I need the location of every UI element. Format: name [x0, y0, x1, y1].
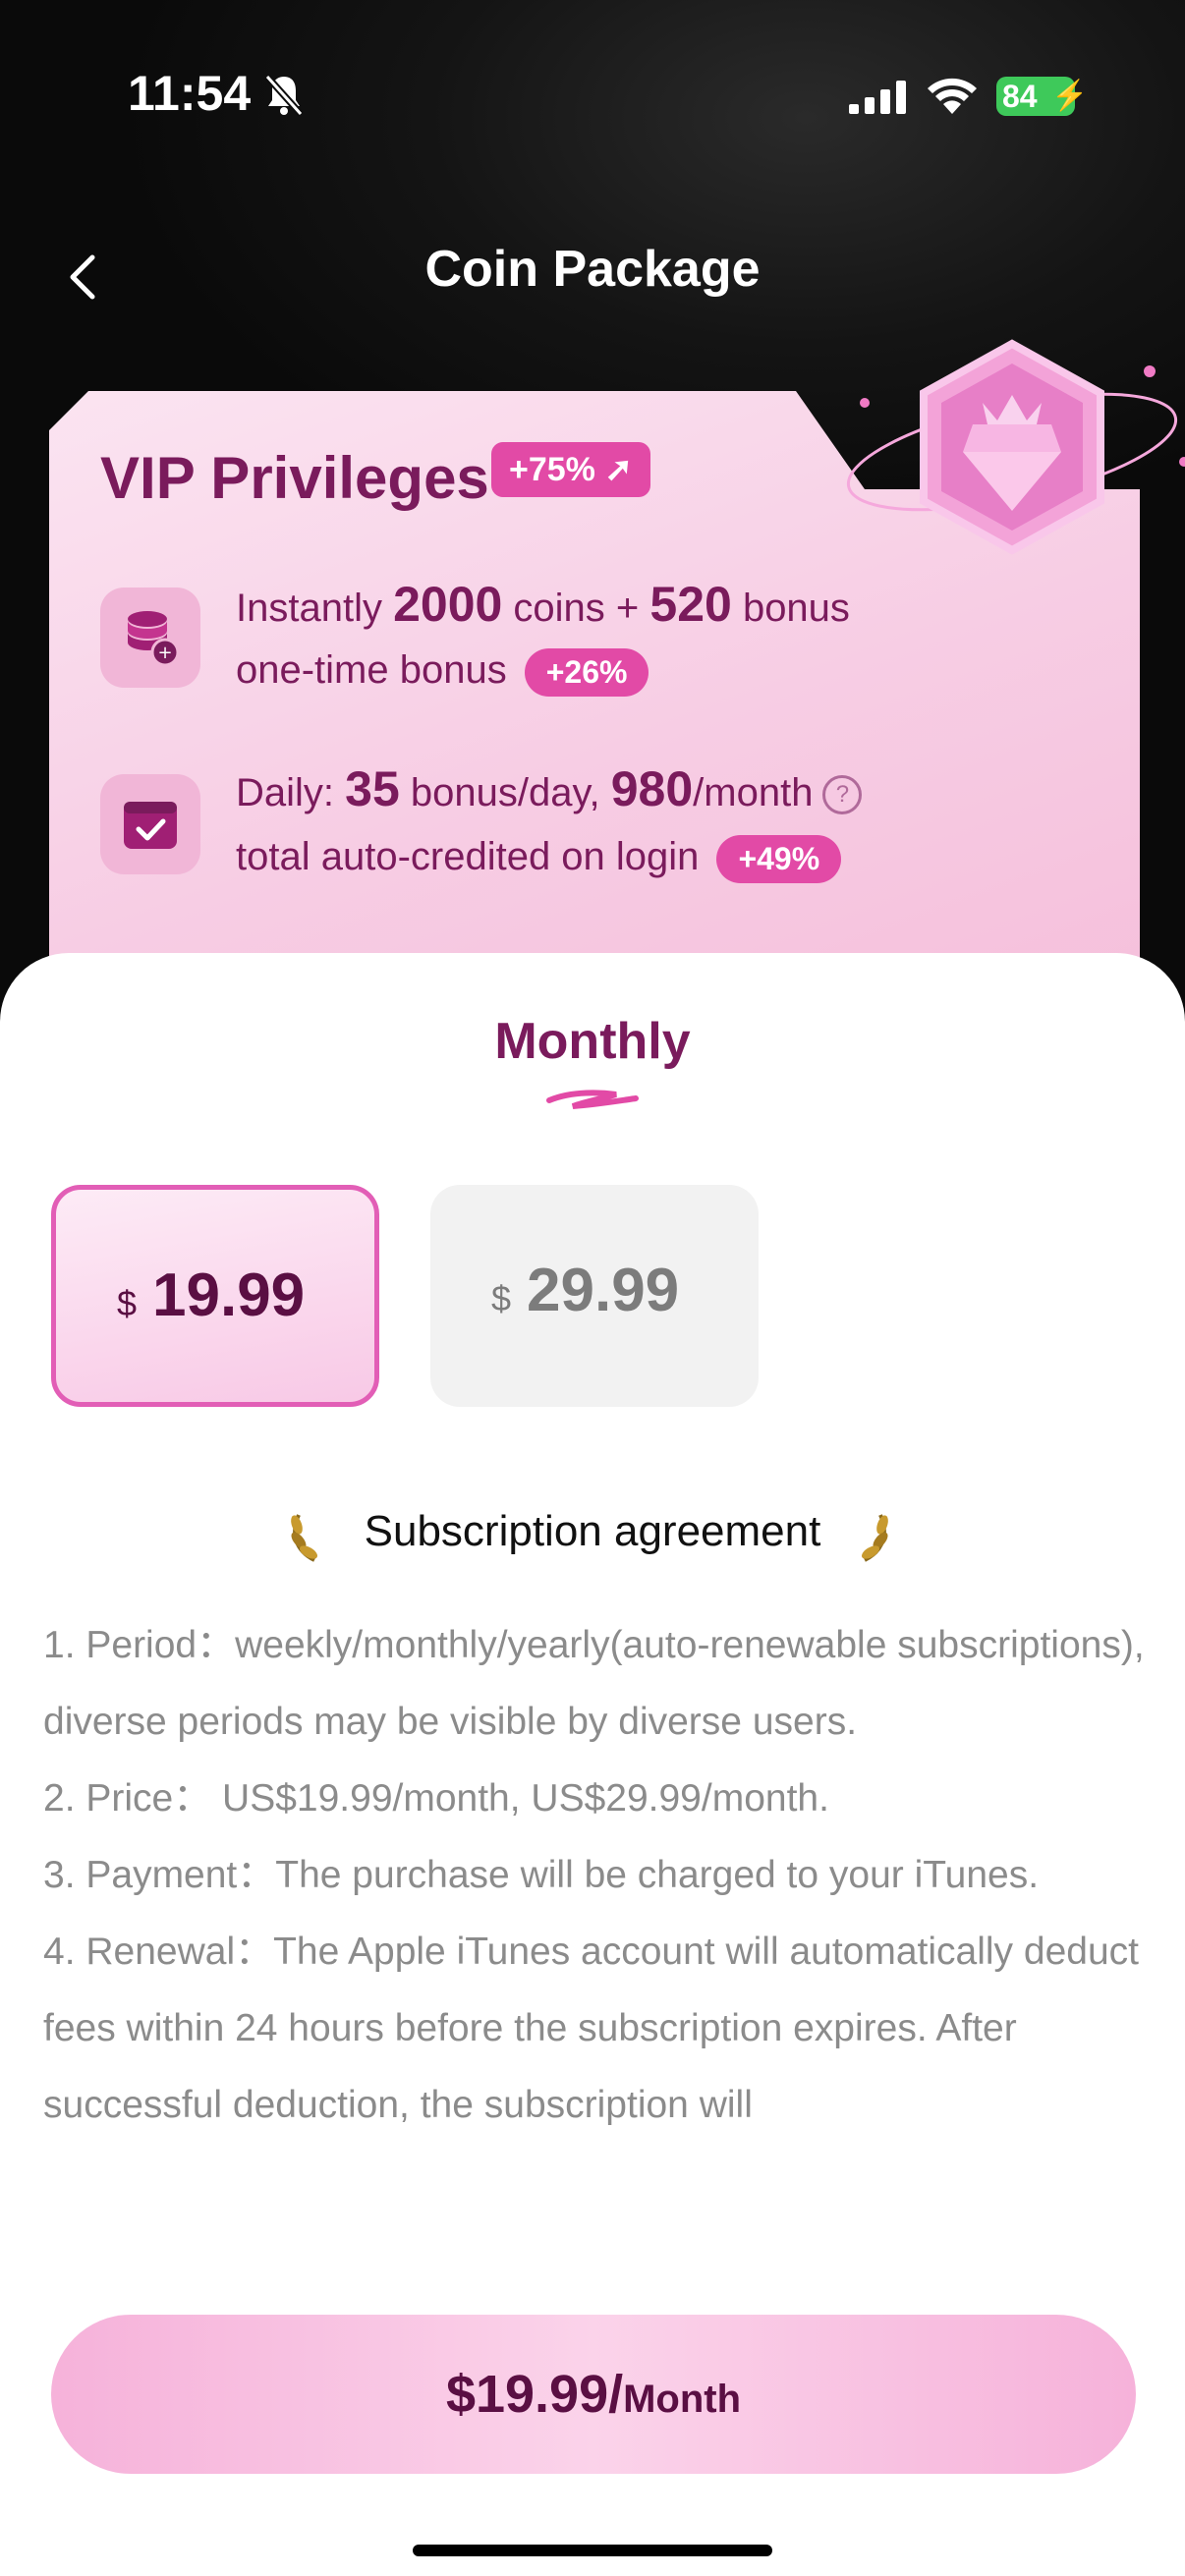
calendar-icon-box [100, 774, 200, 874]
page-title: Coin Package [424, 241, 761, 298]
cta-period: Month [623, 2378, 742, 2421]
price-amount: 19.99 [152, 1261, 306, 1329]
row2-line2: total auto-credited on login [236, 835, 700, 879]
auto-credit-line: total auto-credited on login +49% [236, 835, 842, 883]
price-currency: $ [491, 1278, 512, 1318]
monthly-bonus-value: 980 [610, 761, 694, 816]
vip-title: VIP Privileges [100, 445, 489, 511]
subscribe-button[interactable]: $19.99/Month [51, 2315, 1136, 2474]
arrow-up-icon: ➚ [604, 451, 633, 488]
instant-bonus-value: 520 [649, 577, 732, 632]
help-icon[interactable]: ? [822, 775, 863, 815]
bell-muted-icon [264, 74, 304, 117]
instant-coins-line: Instantly 2000 coins + 520 bonus [236, 576, 850, 633]
daily-bonus-value: 35 [345, 761, 400, 816]
battery-level: 84 [1002, 79, 1038, 114]
price-option-19-99[interactable]: $ 19.99 [51, 1185, 379, 1407]
price-option-29-99[interactable]: $ 29.99 [430, 1185, 759, 1407]
tab-underline-icon [546, 1090, 639, 1109]
agreement-title: Subscription agreement [364, 1507, 821, 1555]
coin-stack-icon: + [128, 611, 180, 667]
price-currency: $ [117, 1283, 138, 1323]
agreement-line: 1. Period：weekly/monthly/yearly(auto-ren… [43, 1624, 1145, 1743]
row1-mid: coins + [502, 587, 650, 630]
battery-indicator: 84 ⚡ [996, 77, 1088, 116]
row1-percent-pill: +26% [524, 648, 649, 697]
row1-line2: one-time bonus [236, 648, 507, 693]
status-time: 11:54 [128, 66, 252, 121]
charging-bolt-icon: ⚡ [1051, 80, 1089, 112]
row2-pre: Daily: [236, 771, 346, 814]
home-indicator [413, 2545, 772, 2556]
row2-post: /month [693, 771, 814, 814]
row1-pre: Instantly [236, 587, 394, 630]
row2-percent-pill: +49% [716, 835, 842, 883]
svg-text:+: + [157, 643, 172, 663]
tab-monthly[interactable]: Monthly [0, 1012, 1185, 1071]
agreement-line: 3. Payment：The purchase will be charged … [43, 1854, 1040, 1896]
calendar-check-icon [124, 802, 177, 849]
row2-mid: bonus/day, [399, 771, 611, 814]
cellular-signal-icon [849, 81, 906, 114]
coins-icon-box: + [100, 588, 200, 688]
agreement-text: 1. Period：weekly/monthly/yearly(auto-ren… [43, 1607, 1154, 2275]
instant-coins-value: 2000 [393, 577, 503, 632]
laurel-right-icon [861, 1514, 888, 1562]
agreement-line: 2. Price： US$19.99/month, US$29.99/month… [43, 1777, 829, 1820]
diamond-crown-icon [846, 339, 1185, 555]
agreement-line: 4. Renewal：The Apple iTunes account will… [43, 1931, 1139, 2126]
price-amount: 29.99 [527, 1257, 680, 1324]
cta-price: $19.99/ [445, 2365, 624, 2424]
vip-percent-badge: +75% ➚ [491, 442, 650, 497]
one-time-bonus-line: one-time bonus +26% [236, 648, 649, 697]
daily-bonus-line: Daily: 35 bonus/day, 980/month? [236, 760, 863, 817]
vip-badge-text: +75% [509, 451, 595, 488]
wifi-icon [928, 78, 977, 114]
row1-post: bonus [731, 587, 850, 630]
